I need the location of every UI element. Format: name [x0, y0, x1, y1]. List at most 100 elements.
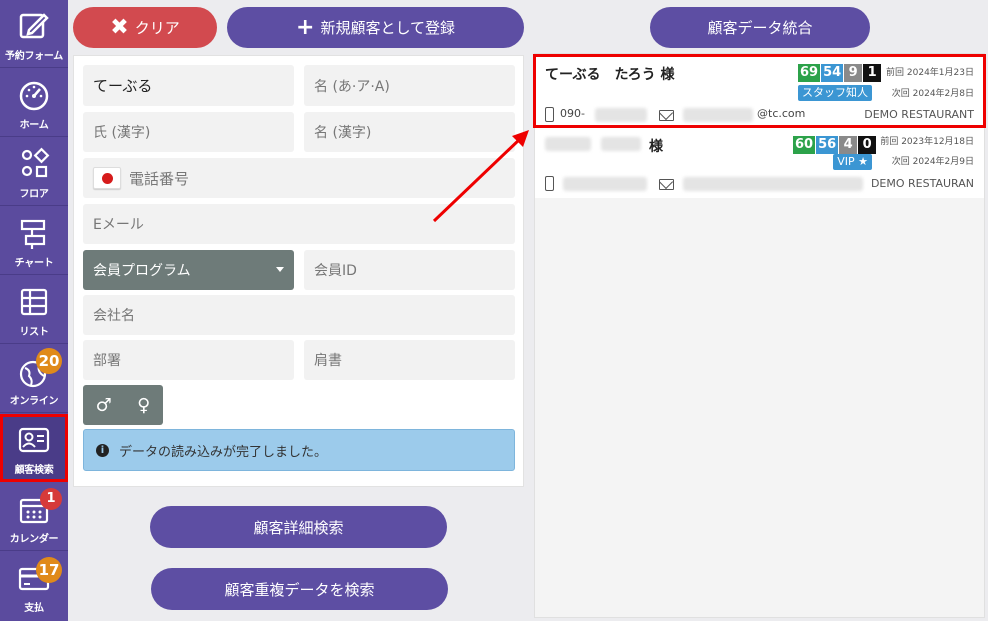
- sidebar-item-floor[interactable]: フロア: [0, 138, 68, 206]
- clear-button[interactable]: ✖ クリア: [73, 7, 217, 48]
- sidebar: 予約フォーム ホーム フロア チャート リスト 20 オンライン 顧客検索 1 …: [0, 0, 68, 621]
- merge-button-label: 顧客データ統合: [707, 19, 813, 37]
- calendar-badge: 1: [40, 488, 62, 510]
- next-visit-date: 次回 2024年2月9日: [891, 157, 974, 167]
- score-badge: 4: [839, 136, 858, 154]
- phone-input[interactable]: 電話番号: [83, 158, 515, 198]
- contact-row: 090- @tc.com DEMO RESTAURANT: [545, 107, 974, 123]
- duplicate-search-label: 顧客重複データを検索: [224, 580, 375, 599]
- floor-icon: [21, 147, 50, 178]
- score-badge: 54: [821, 64, 844, 82]
- customer-name: 様: [649, 139, 663, 155]
- member-program-label: 会員プログラム: [93, 263, 191, 279]
- mail-icon: [659, 179, 674, 190]
- detail-search-button[interactable]: 顧客詳細検索: [150, 506, 447, 548]
- last-name-kanji-input[interactable]: 氏 (漢字): [83, 112, 294, 152]
- sidebar-item-label: カレンダー: [9, 534, 59, 545]
- list-icon: [20, 288, 48, 316]
- status-alert: i データの読み込みが完了しました。: [83, 429, 515, 471]
- last-visit-date: 前回 2023年12月18日: [880, 137, 974, 147]
- member-program-select[interactable]: 会員プログラム: [83, 250, 294, 290]
- register-button-label: 新規顧客として登録: [320, 19, 455, 37]
- register-new-customer-button[interactable]: + 新規顧客として登録: [227, 7, 524, 48]
- redacted-email: [683, 108, 753, 122]
- score-badge: 9: [844, 64, 863, 82]
- sidebar-item-label: オンライン: [9, 396, 59, 407]
- first-name-kana-input[interactable]: 名 (あ·ア·A): [304, 65, 515, 106]
- last-visit-date: 前回 2024年1月23日: [886, 68, 974, 78]
- score-badges: 60 56 4 0: [793, 136, 877, 154]
- status-message: データの読み込みが完了しました。: [119, 444, 328, 460]
- close-icon: ✖: [110, 14, 129, 40]
- redacted-last-name: [545, 137, 591, 151]
- sidebar-item-label: フロア: [19, 189, 49, 200]
- job-title-input[interactable]: 肩書: [304, 340, 515, 380]
- japan-flag-icon[interactable]: [93, 167, 121, 189]
- app-root: 予約フォーム ホーム フロア チャート リスト 20 オンライン 顧客検索 1 …: [0, 0, 988, 621]
- company-input[interactable]: 会社名: [83, 295, 515, 335]
- score-badges: 69 54 9 1: [798, 64, 882, 82]
- sidebar-item-customer-search[interactable]: 顧客検索: [0, 414, 68, 482]
- sidebar-item-chart[interactable]: チャート: [0, 207, 68, 275]
- score-badge: 0: [858, 136, 877, 154]
- male-icon[interactable]: ♂: [96, 395, 112, 416]
- mail-icon: [659, 110, 674, 121]
- last-name-kana-input[interactable]: てーぶる: [83, 65, 294, 106]
- sidebar-item-online[interactable]: 20 オンライン: [0, 345, 68, 413]
- sidebar-item-calendar[interactable]: 1 カレンダー: [0, 483, 68, 551]
- redacted-first-name: [601, 137, 641, 151]
- next-visit-date: 次回 2024年2月8日: [891, 89, 974, 99]
- sidebar-item-label: ホーム: [19, 120, 49, 131]
- sidebar-item-label: 顧客検索: [14, 465, 54, 476]
- department-input[interactable]: 部署: [83, 340, 294, 380]
- chart-icon: [20, 219, 46, 249]
- customer-tag: VIP ★: [833, 154, 872, 170]
- redacted-phone: [595, 108, 647, 122]
- gender-toggle: ♂ ♀: [83, 385, 163, 425]
- sidebar-item-payment[interactable]: 17 支払: [0, 552, 68, 620]
- sidebar-item-list[interactable]: リスト: [0, 276, 68, 344]
- info-icon: i: [96, 443, 109, 457]
- restaurant-name: DEMO RESTAURAN: [870, 177, 974, 190]
- contact-row: DEMO RESTAURAN: [545, 176, 974, 192]
- online-badge: 20: [36, 348, 62, 374]
- customer-card-icon: [18, 427, 50, 453]
- email-domain: @tc.com: [757, 107, 806, 120]
- sidebar-item-home[interactable]: ホーム: [0, 69, 68, 137]
- payment-badge: 17: [36, 557, 62, 583]
- redacted-email: [683, 177, 863, 191]
- member-id-input[interactable]: 会員ID: [304, 250, 515, 290]
- phone-number: 090-: [560, 107, 585, 120]
- caret-down-icon: [276, 267, 284, 272]
- phone-icon: [545, 176, 554, 191]
- sidebar-item-label: 支払: [24, 603, 44, 614]
- customer-search-form: てーぶる 名 (あ·ア·A) 氏 (漢字) 名 (漢字) 電話番号 Eメール 会…: [73, 55, 524, 487]
- customer-name: てーぶる たろう 様: [545, 67, 675, 83]
- detail-search-label: 顧客詳細検索: [253, 518, 344, 537]
- email-input[interactable]: Eメール: [83, 204, 515, 244]
- first-name-kanji-input[interactable]: 名 (漢字): [304, 112, 515, 152]
- female-icon[interactable]: ♀: [137, 395, 150, 416]
- score-badge: 69: [798, 64, 821, 82]
- score-badge: 1: [863, 64, 882, 82]
- restaurant-name: DEMO RESTAURANT: [864, 108, 974, 121]
- edit-icon: [19, 13, 49, 39]
- sidebar-item-label: チャート: [14, 258, 54, 269]
- sidebar-item-label: リスト: [19, 327, 49, 338]
- phone-placeholder: 電話番号: [129, 169, 190, 188]
- clear-button-label: クリア: [134, 19, 180, 37]
- result-card[interactable]: 様 60 56 4 0 前回 2023年12月18日 次回 2024年2月9日 …: [535, 128, 984, 198]
- customer-tag: スタッフ知人: [798, 85, 872, 101]
- plus-icon: +: [296, 14, 315, 40]
- sidebar-item-label: 予約フォーム: [5, 51, 63, 62]
- dashboard-icon: [19, 81, 49, 111]
- score-badge: 60: [793, 136, 816, 154]
- redacted-phone: [563, 177, 647, 191]
- sidebar-item-reservation-form[interactable]: 予約フォーム: [0, 0, 68, 68]
- phone-icon: [545, 107, 554, 122]
- merge-customer-data-button[interactable]: 顧客データ統合: [650, 7, 870, 48]
- result-card[interactable]: てーぶる たろう 様 69 54 9 1 前回 2024年1月23日 次回 20…: [533, 54, 986, 128]
- search-results-panel: てーぶる たろう 様 69 54 9 1 前回 2024年1月23日 次回 20…: [533, 53, 986, 618]
- score-badge: 56: [816, 136, 839, 154]
- duplicate-search-button[interactable]: 顧客重複データを検索: [151, 568, 448, 610]
